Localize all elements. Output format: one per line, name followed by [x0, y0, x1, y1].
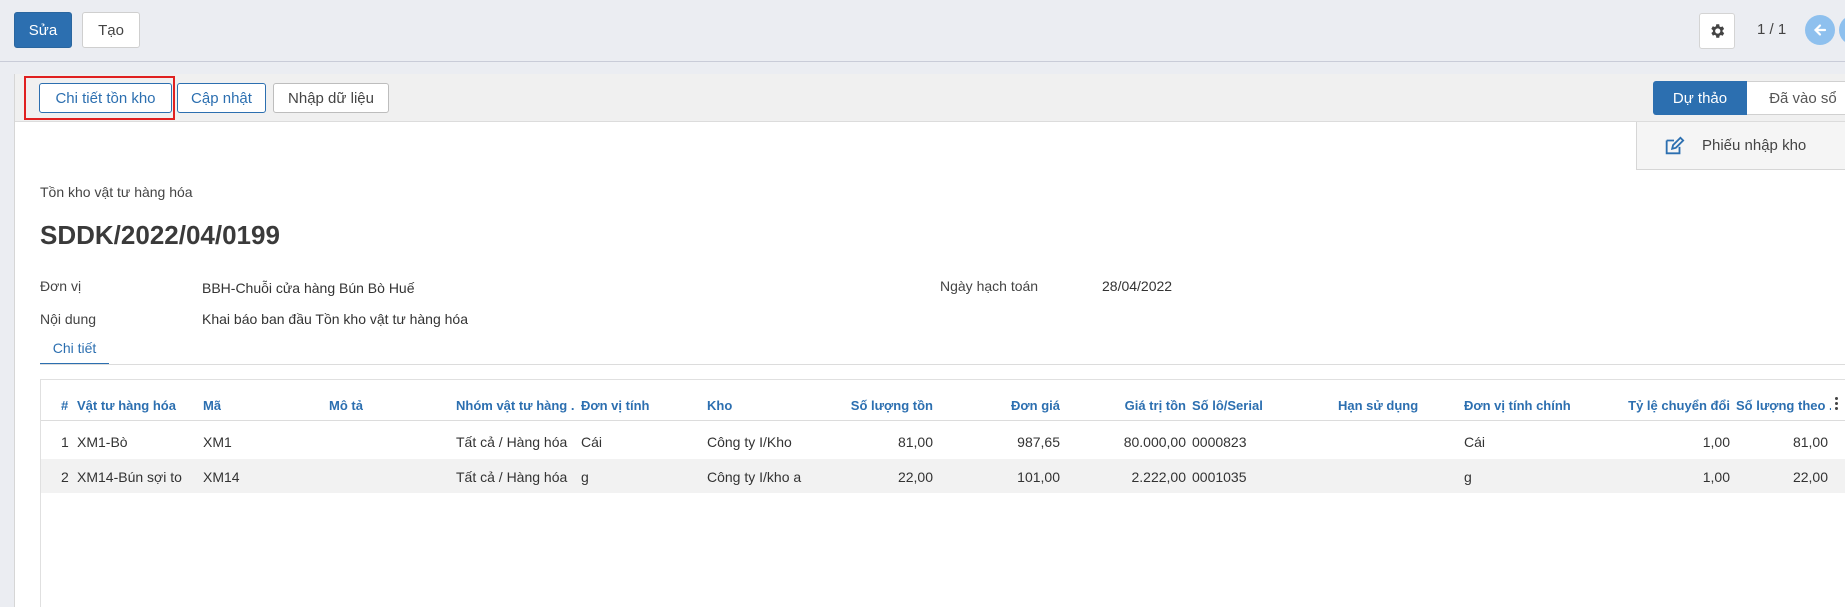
- header-divider: [41, 420, 1845, 421]
- cell-uom[interactable]: g: [581, 469, 589, 485]
- cell-uom[interactable]: Cái: [581, 434, 602, 450]
- cell-warehouse[interactable]: Công ty I/kho a: [707, 469, 801, 485]
- detail-table: # Vật tư hàng hóa Mã Mô tả Nhóm vật tư h…: [40, 379, 1845, 607]
- receipt-smart-button[interactable]: Phiếu nhập kho: [1636, 122, 1845, 170]
- column-header[interactable]: Hạn sử dụng: [1338, 398, 1418, 413]
- row-number: 1: [61, 434, 69, 450]
- column-header[interactable]: Số lượng tồn: [821, 398, 933, 413]
- cell-code[interactable]: XM1: [203, 434, 232, 450]
- status-bar: Chi tiết tồn kho Cập nhật Nhập dữ liệu D…: [15, 74, 1845, 122]
- import-data-button[interactable]: Nhập dữ liệu: [273, 83, 389, 113]
- column-header[interactable]: Kho: [707, 398, 732, 413]
- unit-label: Đơn vị: [40, 278, 82, 294]
- cell-serial[interactable]: 0000823: [1192, 434, 1247, 450]
- row-number: 2: [61, 469, 69, 485]
- cell-item[interactable]: XM1-Bò: [77, 434, 128, 450]
- column-header[interactable]: Giá trị tồn: [1081, 398, 1186, 413]
- table-row[interactable]: 1 XM1-Bò XM1 Tất cả / Hàng hóa Cái Công …: [41, 424, 1845, 458]
- next-record-button[interactable]: [1839, 15, 1845, 45]
- cell-quantity-by[interactable]: 81,00: [1736, 434, 1828, 450]
- cell-group[interactable]: Tất cả / Hàng hóa: [456, 434, 567, 450]
- stage-draft[interactable]: Dự thảo: [1653, 81, 1761, 115]
- arrow-left-icon: [1813, 24, 1827, 36]
- cell-value[interactable]: 80.000,00: [1081, 434, 1186, 450]
- column-header[interactable]: Số lô/Serial: [1192, 398, 1263, 413]
- unit-field[interactable]: BBH-Chuỗi cửa hàng Bún Bò Huế: [202, 280, 415, 296]
- edit-button[interactable]: Sửa: [14, 12, 72, 48]
- cell-unit-price[interactable]: 987,65: [941, 434, 1060, 450]
- cell-conversion-rate[interactable]: 1,00: [1601, 469, 1730, 485]
- table-row[interactable]: 2 XM14-Bún sợi to XM14 Tất cả / Hàng hóa…: [41, 459, 1845, 493]
- column-header[interactable]: Đơn vị tính chính: [1464, 398, 1571, 413]
- smart-button-label: Phiếu nhập kho: [1702, 137, 1807, 154]
- column-header[interactable]: Đơn giá: [941, 398, 1060, 413]
- update-button[interactable]: Cập nhật: [177, 83, 266, 113]
- date-label: Ngày hạch toán: [940, 278, 1039, 294]
- edit-icon: [1665, 135, 1685, 154]
- form-subtitle: Tồn kho vật tư hàng hóa: [40, 184, 193, 200]
- cell-value[interactable]: 2.222,00: [1081, 469, 1187, 485]
- content-field[interactable]: Khai báo ban đầu Tồn kho vật tư hàng hóa: [202, 311, 468, 327]
- page-title: SDDK/2022/04/0199: [40, 220, 280, 250]
- create-button[interactable]: Tạo: [82, 12, 140, 48]
- settings-button[interactable]: [1699, 13, 1735, 49]
- pager-value[interactable]: 1 / 1: [1757, 21, 1786, 38]
- cell-warehouse[interactable]: Công ty I/Kho: [707, 434, 792, 450]
- cell-quantity[interactable]: 22,00: [821, 469, 933, 485]
- tab-divider: [40, 364, 1845, 365]
- cell-quantity-by[interactable]: 22,00: [1736, 469, 1828, 485]
- gear-icon: [1711, 24, 1725, 38]
- column-header[interactable]: Mô tả: [329, 398, 363, 413]
- previous-record-button[interactable]: [1805, 15, 1835, 45]
- content-label: Nội dung: [40, 311, 97, 327]
- cell-main-uom[interactable]: g: [1464, 469, 1472, 485]
- column-header[interactable]: Tỷ lệ chuyển đổi: [1601, 398, 1730, 413]
- cell-serial[interactable]: 0001035: [1192, 469, 1247, 485]
- date-field[interactable]: 28/04/2022: [1102, 278, 1172, 294]
- column-header[interactable]: Vật tư hàng hóa: [77, 398, 197, 413]
- cell-conversion-rate[interactable]: 1,00: [1601, 434, 1730, 450]
- column-header[interactable]: Mã: [203, 398, 221, 413]
- stage-posted[interactable]: Đã vào sổ: [1747, 81, 1845, 115]
- column-header[interactable]: Số lượng theo ...: [1736, 398, 1831, 413]
- cell-main-uom[interactable]: Cái: [1464, 434, 1485, 450]
- cell-quantity[interactable]: 81,00: [821, 434, 933, 450]
- column-options-icon[interactable]: [1833, 396, 1839, 414]
- cell-unit-price[interactable]: 101,00: [941, 469, 1060, 485]
- column-header[interactable]: Đơn vị tính: [581, 398, 649, 413]
- column-header[interactable]: Nhóm vật tư hàng ...: [456, 398, 574, 413]
- stock-detail-button[interactable]: Chi tiết tồn kho: [39, 83, 172, 113]
- cell-code[interactable]: XM14: [203, 469, 240, 485]
- cell-item[interactable]: XM14-Bún sợi to: [77, 469, 182, 485]
- tab-detail[interactable]: Chi tiết: [40, 333, 109, 365]
- control-panel: Sửa Tạo 1 / 1: [0, 0, 1845, 62]
- cell-group[interactable]: Tất cả / Hàng hóa: [456, 469, 567, 485]
- column-header[interactable]: #: [61, 398, 68, 413]
- form-sheet: Chi tiết tồn kho Cập nhật Nhập dữ liệu D…: [14, 74, 1845, 607]
